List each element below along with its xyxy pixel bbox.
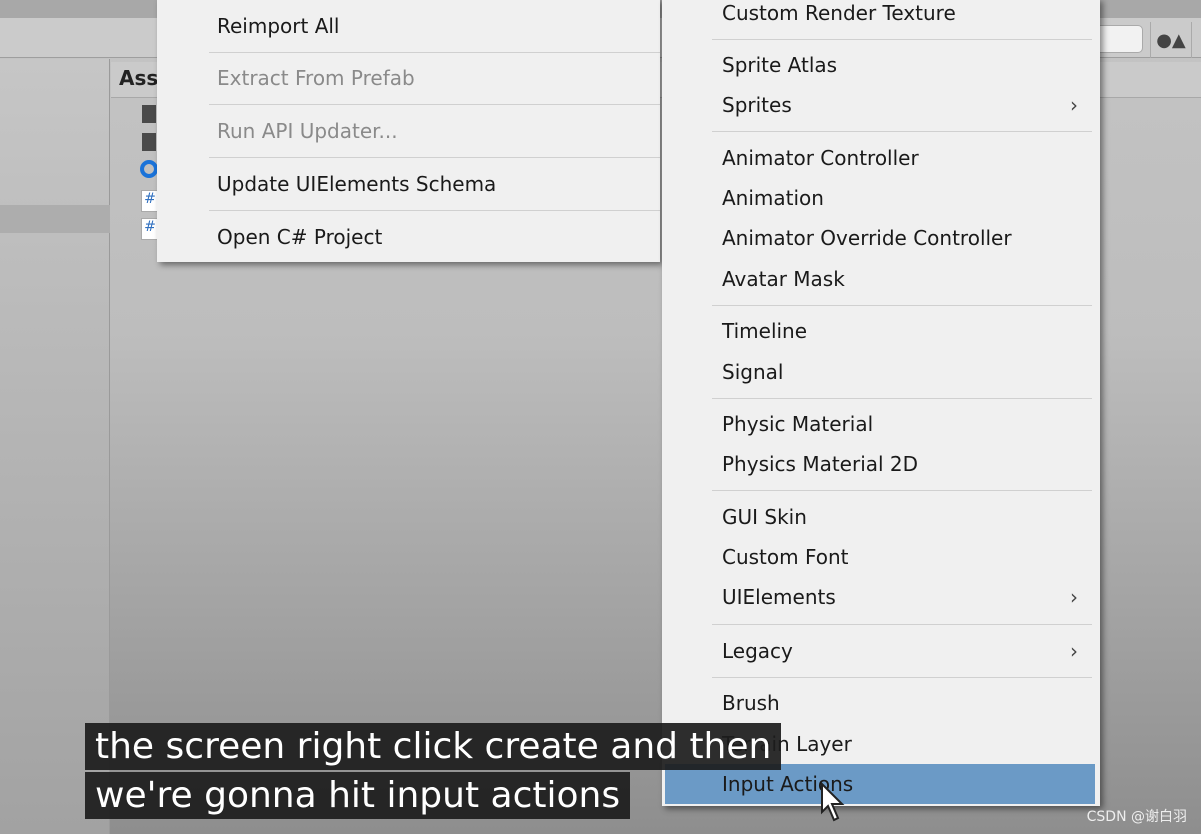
menu-item-label: Custom Font	[722, 545, 849, 569]
menu-item-timeline[interactable]: Timeline	[662, 311, 1100, 351]
menu-separator	[712, 490, 1092, 491]
menu-separator	[712, 677, 1092, 678]
menu-item-reimport-all[interactable]: Reimport All	[157, 6, 660, 46]
menu-item-sprites[interactable]: Sprites ›	[662, 85, 1100, 125]
menu-item-label: Timeline	[722, 319, 808, 343]
file-icon[interactable]	[142, 105, 156, 123]
shapes-icon: ●▲	[1156, 29, 1186, 51]
menu-item-label: Sprites	[722, 93, 792, 117]
asset-circle-icon[interactable]	[140, 160, 158, 178]
menu-separator	[712, 131, 1092, 132]
menu-item-label: Physics Material 2D	[722, 452, 919, 476]
menu-item-sprite-atlas[interactable]: Sprite Atlas	[662, 45, 1100, 85]
menu-separator	[209, 104, 660, 105]
menu-item-animator-override-controller[interactable]: Animator Override Controller	[662, 218, 1100, 258]
menu-item-legacy[interactable]: Legacy ›	[662, 631, 1100, 671]
menu-separator	[209, 210, 660, 211]
menu-item-label: Brush	[722, 691, 780, 715]
menu-item-custom-font[interactable]: Custom Font	[662, 537, 1100, 577]
menu-item-custom-render-texture[interactable]: Custom Render Texture	[662, 0, 1100, 33]
menu-item-open-c-project[interactable]: Open C# Project	[157, 217, 660, 257]
file-icon[interactable]	[142, 133, 156, 151]
menu-item-avatar-mask[interactable]: Avatar Mask	[662, 259, 1100, 299]
menu-item-animator-controller[interactable]: Animator Controller	[662, 138, 1100, 178]
menu-separator	[712, 39, 1092, 40]
menu-separator	[209, 52, 660, 53]
create-submenu: Custom Render Texture Sprite Atlas Sprites…	[662, 0, 1100, 806]
subtitle-line: we're gonna hit input actions	[85, 772, 631, 819]
menu-item-label: Open C# Project	[217, 225, 383, 249]
menu-separator	[712, 398, 1092, 399]
menu-item-label: GUI Skin	[722, 505, 807, 529]
shapes-filter-button[interactable]: ●▲	[1150, 22, 1192, 58]
watermark: CSDN @谢白羽	[1086, 809, 1187, 825]
menu-item-label: Update UIElements Schema	[217, 172, 497, 196]
menu-separator	[712, 305, 1092, 306]
menu-item-label: UIElements	[722, 585, 836, 609]
menu-item-label: Animation	[722, 186, 824, 210]
video-subtitles: the screen right click create and then w…	[85, 723, 782, 821]
menu-item-run-api-updater[interactable]: Run API Updater...	[157, 111, 660, 151]
menu-item-signal[interactable]: Signal	[662, 352, 1100, 392]
menu-item-label: Signal	[722, 360, 784, 384]
chevron-right-icon: ›	[1070, 93, 1078, 117]
chevron-right-icon: ›	[1070, 639, 1078, 663]
chevron-right-icon: ›	[1070, 585, 1078, 609]
menu-item-label: Avatar Mask	[722, 267, 845, 291]
mouse-cursor-icon	[821, 782, 845, 822]
subtitle-line: the screen right click create and then	[85, 723, 782, 770]
menu-item-label: Animator Override Controller	[722, 226, 1012, 250]
menu-item-label: Legacy	[722, 639, 793, 663]
menu-item-label: Sprite Atlas	[722, 53, 838, 77]
assets-context-menu: Reimport All Extract From Prefab Run API U…	[157, 0, 660, 262]
menu-item-gui-skin[interactable]: GUI Skin	[662, 497, 1100, 537]
menu-item-label: Reimport All	[217, 14, 340, 38]
menu-item-label: Extract From Prefab	[217, 66, 415, 90]
menu-item-label: Run API Updater...	[217, 119, 398, 143]
menu-item-brush[interactable]: Brush	[662, 683, 1100, 723]
menu-separator	[712, 624, 1092, 625]
menu-separator	[209, 157, 660, 158]
menu-item-label: Custom Render Texture	[722, 1, 956, 25]
menu-item-animation[interactable]: Animation	[662, 178, 1100, 218]
menu-item-update-uielements-schema[interactable]: Update UIElements Schema	[157, 164, 660, 204]
menu-item-extract-from-prefab[interactable]: Extract From Prefab	[157, 58, 660, 98]
menu-item-label: Animator Controller	[722, 146, 919, 170]
menu-item-uielements[interactable]: UIElements ›	[662, 577, 1100, 617]
folder-tree-panel	[0, 59, 110, 834]
menu-item-physics-material-2d[interactable]: Physics Material 2D	[662, 444, 1100, 484]
menu-item-label: Physic Material	[722, 412, 874, 436]
menu-item-physic-material[interactable]: Physic Material	[662, 404, 1100, 444]
selected-folder-row[interactable]	[0, 205, 110, 233]
search-input[interactable]	[1095, 25, 1143, 53]
